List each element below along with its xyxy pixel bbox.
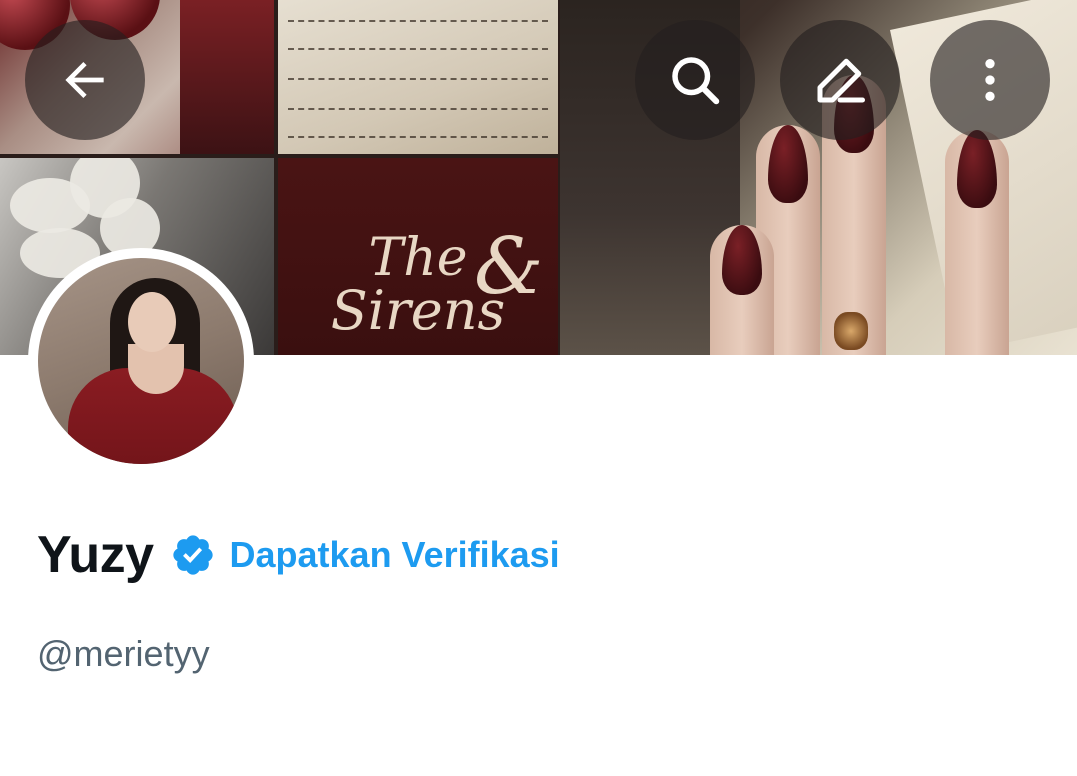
banner-handwriting-image bbox=[278, 0, 558, 154]
back-button[interactable] bbox=[25, 20, 145, 140]
edit-profile-button[interactable] bbox=[780, 20, 900, 140]
search-icon bbox=[672, 57, 720, 105]
avatar-image bbox=[38, 258, 244, 464]
sirens-ampersand: & bbox=[474, 222, 544, 312]
more-vertical-icon bbox=[985, 59, 995, 101]
get-verified-link[interactable]: Dapatkan Verifikasi bbox=[230, 537, 560, 573]
profile-handle: @merietyy bbox=[37, 633, 210, 674]
profile-name-row: Yuzy Dapatkan Verifikasi bbox=[37, 520, 560, 590]
avatar[interactable] bbox=[28, 248, 254, 474]
more-options-button[interactable] bbox=[930, 20, 1050, 140]
pencil-icon bbox=[817, 58, 865, 103]
verified-badge-icon[interactable] bbox=[170, 532, 216, 578]
arrow-left-icon bbox=[65, 62, 104, 98]
banner-sirens-image: The Sirens & bbox=[278, 158, 558, 355]
search-button[interactable] bbox=[635, 20, 755, 140]
profile-page: The Sirens & Yuzy Dapatkan Verifikasi @m… bbox=[0, 0, 1077, 776]
display-name: Yuzy bbox=[37, 526, 154, 584]
